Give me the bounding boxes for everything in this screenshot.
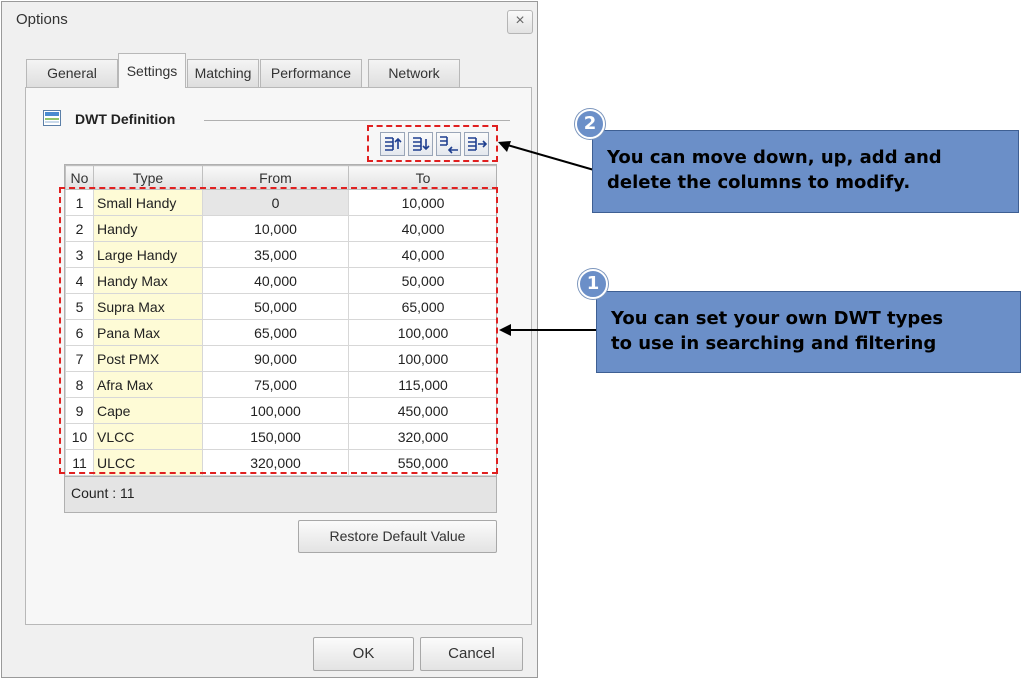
- tab-settings[interactable]: Settings: [118, 53, 186, 88]
- callout-toolbar-line2: delete the columns to modify.: [607, 172, 911, 193]
- callout-toolbar: You can move down, up, add and delete th…: [592, 130, 1019, 213]
- callout-badge-2: 2: [575, 109, 605, 139]
- callout-grid-line1: You can set your own DWT types: [611, 308, 944, 329]
- callout-badge-1: 1: [578, 269, 608, 299]
- callout-grid: You can set your own DWT types to use in…: [596, 291, 1021, 373]
- callout-toolbar-line1: You can move down, up, add and: [607, 147, 942, 168]
- callout-grid-line2: to use in searching and filtering: [611, 333, 937, 354]
